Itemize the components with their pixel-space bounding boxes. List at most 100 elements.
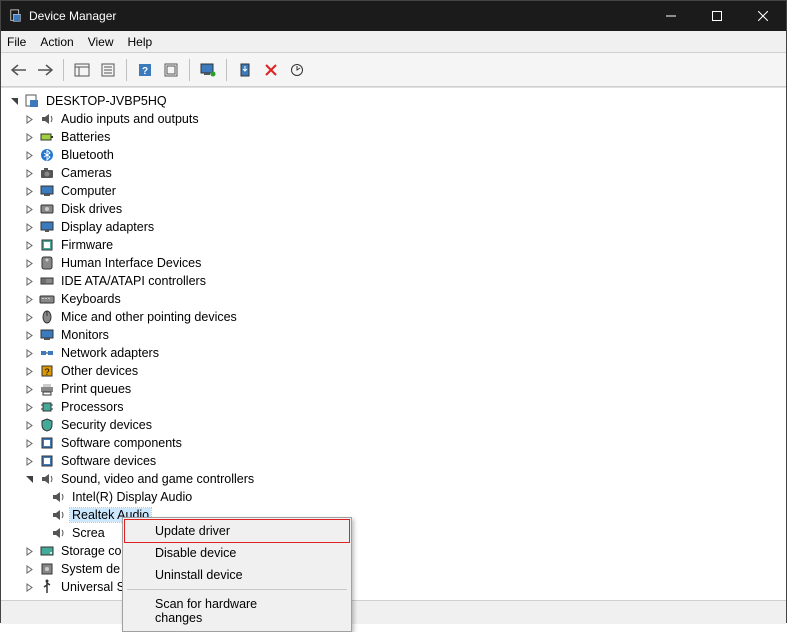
properties-button[interactable]: [96, 58, 120, 82]
ide-icon: [39, 273, 55, 289]
category-label: Firmware: [59, 238, 115, 252]
uninstall-button[interactable]: [259, 58, 283, 82]
category-label: Network adapters: [59, 346, 161, 360]
expand-icon[interactable]: [24, 258, 35, 269]
expand-icon[interactable]: [24, 438, 35, 449]
tree-root[interactable]: DESKTOP-JVBP5HQ: [9, 92, 786, 110]
minimize-button[interactable]: [648, 1, 694, 31]
svg-text:?: ?: [142, 66, 148, 77]
device-label: Intel(R) Display Audio: [70, 490, 194, 504]
tree-category[interactable]: Software components: [9, 434, 786, 452]
category-label: Print queues: [59, 382, 133, 396]
app-icon: [9, 9, 23, 23]
tree-category[interactable]: Print queues: [9, 380, 786, 398]
tree-category[interactable]: Monitors: [9, 326, 786, 344]
tree-category[interactable]: Cameras: [9, 164, 786, 182]
scan-button[interactable]: [285, 58, 309, 82]
context-menu-item[interactable]: Disable device: [125, 542, 349, 564]
expand-icon[interactable]: [24, 132, 35, 143]
update-driver-button[interactable]: [233, 58, 257, 82]
network-icon: [39, 345, 55, 361]
expand-icon[interactable]: [24, 186, 35, 197]
tree-category[interactable]: Bluetooth: [9, 146, 786, 164]
statusbar: [1, 600, 786, 624]
tree-category[interactable]: Batteries: [9, 128, 786, 146]
expand-icon[interactable]: [24, 168, 35, 179]
menu-action[interactable]: Action: [40, 35, 73, 49]
category-label: Software components: [59, 436, 184, 450]
context-menu-item[interactable]: Uninstall device: [125, 564, 349, 586]
tree-category[interactable]: Processors: [9, 398, 786, 416]
tree-category[interactable]: Keyboards: [9, 290, 786, 308]
category-label: Computer: [59, 184, 118, 198]
hid-icon: [39, 255, 55, 271]
back-button[interactable]: [7, 58, 31, 82]
expand-icon[interactable]: [24, 366, 35, 377]
tree-category[interactable]: Firmware: [9, 236, 786, 254]
context-menu-item[interactable]: Update driver: [124, 519, 350, 543]
cpu-icon: [39, 399, 55, 415]
tree-category[interactable]: Sound, video and game controllers: [9, 470, 786, 488]
menu-file[interactable]: File: [7, 35, 26, 49]
category-label: Mice and other pointing devices: [59, 310, 239, 324]
tree-category[interactable]: Display adapters: [9, 218, 786, 236]
menu-view[interactable]: View: [88, 35, 114, 49]
forward-button[interactable]: [33, 58, 57, 82]
expand-icon[interactable]: [24, 294, 35, 305]
expand-icon[interactable]: [24, 312, 35, 323]
tree-category[interactable]: IDE ATA/ATAPI controllers: [9, 272, 786, 290]
category-label: Batteries: [59, 130, 112, 144]
expand-icon[interactable]: [24, 204, 35, 215]
tree-category[interactable]: Computer: [9, 182, 786, 200]
expand-icon[interactable]: [9, 96, 20, 107]
storage-icon: [39, 543, 55, 559]
device-tree-panel: DESKTOP-JVBP5HQ Audio inputs and outputs…: [1, 87, 786, 600]
maximize-button[interactable]: [694, 1, 740, 31]
category-label: Cameras: [59, 166, 114, 180]
audio-icon: [50, 489, 66, 505]
tree-category[interactable]: Disk drives: [9, 200, 786, 218]
tree-category[interactable]: ? Other devices: [9, 362, 786, 380]
close-button[interactable]: [740, 1, 786, 31]
expand-icon[interactable]: [24, 114, 35, 125]
tree-category[interactable]: Security devices: [9, 416, 786, 434]
expand-icon[interactable]: [24, 582, 35, 593]
expand-icon[interactable]: [24, 564, 35, 575]
expand-icon[interactable]: [24, 222, 35, 233]
show-hidden-button[interactable]: [70, 58, 94, 82]
audio-icon: [50, 507, 66, 523]
category-label: Software devices: [59, 454, 158, 468]
expand-icon[interactable]: [24, 546, 35, 557]
software-icon: [39, 435, 55, 451]
expand-icon[interactable]: [24, 384, 35, 395]
system-icon: [39, 561, 55, 577]
expand-icon[interactable]: [24, 456, 35, 467]
help-button[interactable]: ?: [133, 58, 157, 82]
tree-category[interactable]: Audio inputs and outputs: [9, 110, 786, 128]
camera-icon: [39, 165, 55, 181]
titlebar: Device Manager: [1, 1, 786, 31]
audio-icon: [39, 471, 55, 487]
printer-icon: [39, 381, 55, 397]
category-label: Bluetooth: [59, 148, 116, 162]
expand-icon[interactable]: [24, 474, 35, 485]
remote-button[interactable]: [196, 58, 220, 82]
tree-category[interactable]: Human Interface Devices: [9, 254, 786, 272]
expand-icon[interactable]: [24, 330, 35, 341]
tree-category[interactable]: Software devices: [9, 452, 786, 470]
refresh-button[interactable]: [159, 58, 183, 82]
expand-icon[interactable]: [24, 348, 35, 359]
svg-text:?: ?: [44, 367, 49, 377]
firmware-icon: [39, 237, 55, 253]
expand-icon[interactable]: [24, 402, 35, 413]
computer-icon: [39, 183, 55, 199]
context-menu-item[interactable]: Scan for hardware changes: [125, 593, 349, 629]
expand-icon[interactable]: [24, 240, 35, 251]
expand-icon[interactable]: [24, 420, 35, 431]
menu-help[interactable]: Help: [128, 35, 153, 49]
expand-icon[interactable]: [24, 276, 35, 287]
tree-category[interactable]: Mice and other pointing devices: [9, 308, 786, 326]
expand-icon[interactable]: [24, 150, 35, 161]
tree-category[interactable]: Network adapters: [9, 344, 786, 362]
tree-device[interactable]: Intel(R) Display Audio: [9, 488, 786, 506]
